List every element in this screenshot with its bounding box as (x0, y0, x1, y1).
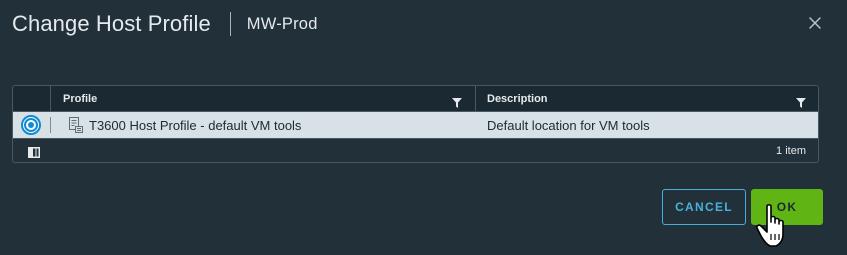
filter-icon[interactable] (452, 95, 462, 108)
column-header-description[interactable]: Description (487, 86, 548, 111)
dialog-title: Change Host Profile (12, 11, 211, 36)
close-icon[interactable] (807, 15, 823, 31)
hand-pointer-icon (755, 204, 795, 250)
column-header-label: Profile (63, 92, 98, 105)
change-host-profile-dialog: Change Host Profile MW-Prod Profile Desc… (0, 0, 847, 250)
column-separator[interactable] (475, 86, 476, 111)
column-separator (50, 86, 51, 111)
column-header-profile[interactable]: Profile (63, 86, 97, 111)
dialog-subtitle: MW-Prod (246, 14, 318, 33)
host-profile-icon (68, 116, 84, 134)
column-header-label: Description (487, 92, 548, 105)
column-separator (50, 117, 51, 133)
cancel-button[interactable]: CANCEL (662, 189, 746, 225)
filter-icon[interactable] (796, 95, 806, 108)
grid-header: Profile Description (13, 86, 818, 112)
column-toggle-icon[interactable] (28, 145, 40, 158)
description-cell: Default location for VM tools (487, 117, 650, 133)
title-divider (229, 12, 231, 36)
profile-datagrid: Profile Description T3600 Host Profile -… (12, 85, 819, 163)
row-select-radio[interactable] (21, 115, 41, 135)
grid-footer: 1 item (13, 139, 818, 162)
profile-name-cell: T3600 Host Profile - default VM tools (89, 117, 302, 133)
table-row[interactable]: T3600 Host Profile - default VM tools De… (13, 112, 818, 139)
item-count: 1 item (776, 144, 806, 157)
dialog-header: Change Host Profile MW-Prod (12, 8, 318, 40)
